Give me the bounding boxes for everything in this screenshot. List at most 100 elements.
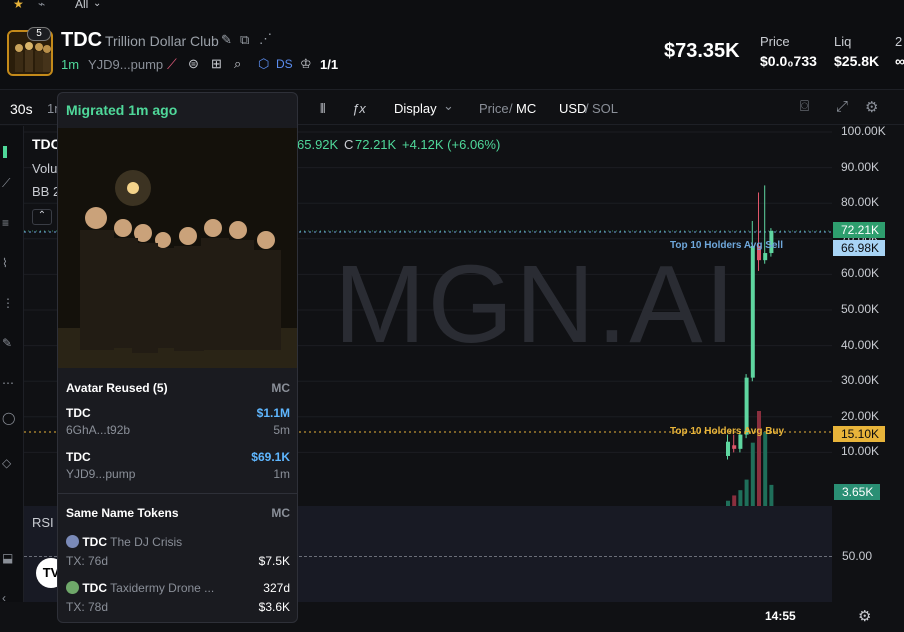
same-tx: TX: 78d bbox=[66, 600, 109, 614]
same-name: The DJ Crisis bbox=[110, 535, 183, 549]
prediction-icon[interactable]: ⋮ bbox=[2, 296, 14, 310]
same-mc: $7.5K bbox=[258, 554, 290, 568]
volume-bar bbox=[732, 495, 737, 506]
indicators-icon[interactable]: ƒx bbox=[352, 101, 366, 116]
reused-age: 5m bbox=[273, 423, 290, 437]
display-menu[interactable]: Display bbox=[394, 101, 437, 116]
chart-plus-icon[interactable]: ⊞ bbox=[211, 56, 222, 72]
interval-30s[interactable]: 30s bbox=[10, 101, 33, 117]
time-settings-icon[interactable]: ⚙ bbox=[858, 607, 871, 625]
legend-bb: BB 2 bbox=[32, 184, 61, 199]
slash-separator: / bbox=[585, 101, 589, 116]
price-toggle[interactable]: Price bbox=[479, 101, 509, 116]
avg-sell-label: Top 10 Holders Avg Sell bbox=[670, 240, 783, 251]
holders-ratio: 1/1 bbox=[320, 57, 339, 72]
usd-toggle[interactable]: USD bbox=[559, 101, 586, 116]
time-label: 14:55 bbox=[765, 609, 796, 623]
copy-icon[interactable]: ⧉ bbox=[240, 32, 249, 48]
candle-type-icon[interactable]: ⫴ bbox=[320, 101, 325, 117]
candle-body bbox=[732, 445, 737, 449]
market-cap-value: $73.35K bbox=[664, 40, 740, 62]
extra-stat-label: 2 bbox=[895, 34, 903, 49]
trading-screen: ★ ⌁ All ⌄ 5 TDC Trillion Dollar Club ✎ ⧉… bbox=[0, 0, 904, 632]
axis-tick: 30.00K bbox=[841, 373, 880, 388]
same-name-title: Same Name Tokens MC bbox=[66, 506, 290, 520]
volume-bar bbox=[738, 490, 743, 506]
volume-bar bbox=[744, 479, 749, 506]
same-name-row[interactable]: TDC The DJ Crisis TX: 76d $7.5K bbox=[66, 535, 290, 568]
price-axis[interactable]: 100.00K90.00K80.00K70.00K60.00K50.00K40.… bbox=[832, 124, 904, 606]
token-logo-icon bbox=[66, 535, 79, 548]
axis-tick: 60.00K bbox=[841, 266, 880, 281]
pump-icon[interactable]: ⟋ bbox=[167, 56, 177, 73]
reused-address: 6GhA...t92b bbox=[66, 423, 131, 437]
token-age: 1m bbox=[61, 57, 80, 72]
mc-header: MC bbox=[271, 381, 290, 395]
axis-tick: 20.00K bbox=[841, 408, 880, 423]
group-photo-icon bbox=[58, 128, 297, 368]
same-name-row[interactable]: TDC Taxidermy Drone ... 327d TX: 78d $3.… bbox=[66, 581, 290, 614]
trendline-icon[interactable]: ⟋ bbox=[2, 176, 10, 191]
reused-mc: $69.1K bbox=[251, 450, 290, 464]
same-name-label: Same Name Tokens bbox=[66, 506, 179, 520]
pattern-icon[interactable]: ⌇ bbox=[2, 256, 8, 270]
ruler-icon[interactable]: ◇ bbox=[2, 456, 11, 470]
top-strip: ★ ⌁ All ⌄ bbox=[0, 0, 904, 14]
crown-icon: ♔ bbox=[300, 56, 312, 71]
current-price-tag: 72.21K bbox=[833, 222, 885, 238]
circle-menu-icon[interactable]: ⊜ bbox=[188, 56, 199, 72]
dex-screener-link[interactable]: DS bbox=[276, 57, 293, 71]
filter-select[interactable]: All bbox=[75, 0, 88, 11]
token-name: Trillion Dollar Club bbox=[105, 33, 219, 49]
brush-icon[interactable]: ✎ bbox=[2, 336, 12, 350]
reused-mc: $1.1M bbox=[256, 406, 290, 420]
liq-label: Liq bbox=[834, 34, 852, 49]
same-tx: TX: 76d bbox=[66, 554, 109, 568]
edit-icon[interactable]: ✎ bbox=[221, 32, 232, 48]
reused-ticker: TDC bbox=[66, 406, 91, 420]
volume-bar bbox=[763, 432, 768, 506]
slash-separator: / bbox=[509, 101, 513, 116]
display-chevron-icon[interactable]: ⌄ bbox=[443, 98, 454, 114]
avg-sell-price-tag: 66.98K bbox=[833, 240, 885, 256]
star-icon[interactable]: ★ bbox=[13, 0, 24, 11]
token-address[interactable]: YJD9...pump bbox=[88, 57, 163, 72]
legend-ohlc-tail: 65.92K bbox=[297, 137, 339, 152]
magnet-icon[interactable]: ⬓ bbox=[2, 551, 13, 565]
same-mc: $3.6K bbox=[258, 600, 290, 614]
sol-toggle[interactable]: SOL bbox=[592, 101, 618, 116]
candle-body bbox=[726, 441, 730, 456]
axis-tick: 50.00K bbox=[841, 302, 880, 316]
candle-body bbox=[750, 245, 755, 378]
collapse-legend-button[interactable]: ⌃ bbox=[32, 209, 52, 225]
settings-icon[interactable]: ⚙ bbox=[865, 98, 878, 116]
avatar-reused-title: Avatar Reused (5) MC bbox=[66, 381, 290, 395]
legend-close-value: 72.21K bbox=[355, 137, 397, 152]
same-name: Taxidermy Drone ... bbox=[110, 581, 215, 595]
dex-icon[interactable]: ⬡ bbox=[258, 56, 269, 72]
same-ticker: TDC bbox=[82, 535, 108, 549]
camera-icon[interactable]: ⌼ bbox=[800, 98, 809, 115]
search-icon[interactable]: ⌕ bbox=[234, 56, 241, 72]
reused-token-row[interactable]: TDC $1.1M 6GhA...t92b 5m bbox=[66, 406, 290, 437]
share-icon[interactable]: ⋰ bbox=[259, 31, 272, 47]
mc-header: MC bbox=[271, 506, 290, 520]
volume-bar bbox=[769, 484, 774, 506]
price-label: Price bbox=[760, 34, 790, 49]
axis-tick: 100.00K bbox=[841, 124, 886, 138]
reused-ticker: TDC bbox=[66, 450, 91, 464]
fib-icon[interactable]: ≡ bbox=[2, 216, 9, 230]
axis-tick: 10.00K bbox=[841, 444, 880, 459]
token-info-popover: Migrated 1m ago Avatar Reused (5) MC TDC… bbox=[57, 92, 298, 623]
reused-token-row[interactable]: TDC $69.1K YJD9...pump 1m bbox=[66, 450, 290, 481]
fullscreen-icon[interactable]: ⤢ bbox=[836, 98, 848, 115]
token-image bbox=[58, 128, 297, 368]
crosshair-icon[interactable] bbox=[3, 146, 7, 158]
chart-icon[interactable]: ⌁ bbox=[38, 0, 45, 11]
legend-change: +4.12K (+6.06%) bbox=[402, 137, 501, 152]
chevron-down-icon[interactable]: ⌄ bbox=[93, 0, 101, 9]
emoji-icon[interactable]: ◯ bbox=[2, 411, 15, 425]
text-icon[interactable]: ⋯ bbox=[2, 376, 14, 390]
mc-toggle[interactable]: MC bbox=[516, 101, 536, 116]
liq-value: $25.8K bbox=[834, 53, 880, 69]
